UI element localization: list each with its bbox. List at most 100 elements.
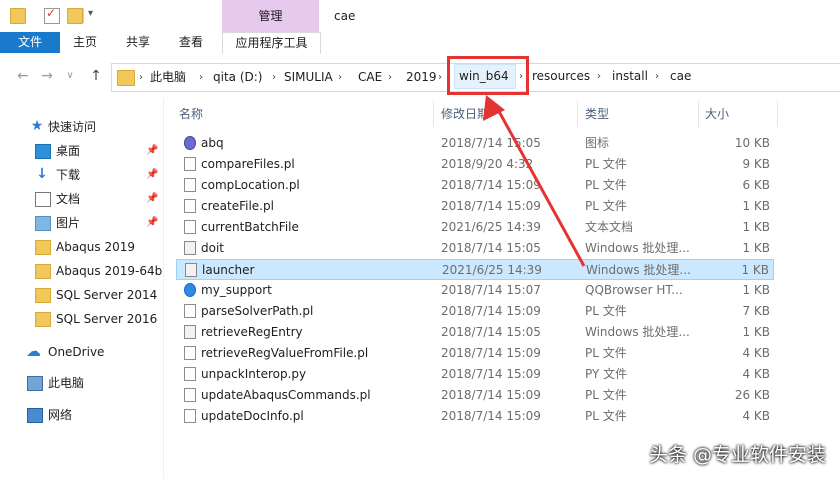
- batch-file-icon: [184, 325, 196, 339]
- tab-application-tools[interactable]: 应用程序工具: [222, 32, 321, 55]
- file-name: retrieveRegValueFromFile.pl: [201, 346, 369, 360]
- file-type: PL 文件: [585, 178, 627, 192]
- file-size: 1 KB: [742, 199, 770, 213]
- customize-qat-icon[interactable]: ▾: [88, 8, 93, 19]
- nav-label: Abaqus 2019: [56, 240, 136, 254]
- properties-icon[interactable]: [44, 6, 60, 24]
- breadcrumb-this-pc[interactable]: 此电脑: [150, 64, 186, 91]
- file-icon: [184, 346, 196, 360]
- folder-icon: [10, 8, 26, 24]
- file-row-parsesolverpath[interactable]: parseSolverPath.pl 2018/7/14 15:09 PL 文件…: [176, 301, 774, 322]
- file-row-createfile[interactable]: createFile.pl 2018/7/14 15:09 PL 文件 1 KB: [176, 196, 774, 217]
- tab-share[interactable]: 共享: [121, 32, 155, 53]
- file-row-unpackinterop[interactable]: unpackInterop.py 2018/7/14 15:09 PY 文件 4…: [176, 364, 774, 385]
- breadcrumb-2019[interactable]: 2019: [406, 64, 437, 91]
- file-icon: [184, 388, 196, 402]
- file-type: PL 文件: [585, 157, 627, 171]
- file-row-launcher[interactable]: launcher 2021/6/25 14:39 Windows 批处理... …: [176, 259, 774, 280]
- chevron-right-icon[interactable]: ›: [272, 64, 276, 91]
- column-divider[interactable]: [777, 101, 778, 127]
- batch-file-icon: [184, 241, 196, 255]
- nav-label: 下载: [56, 168, 81, 182]
- nav-this-pc[interactable]: 此电脑: [0, 372, 160, 394]
- nav-onedrive[interactable]: ☁ OneDrive: [0, 341, 160, 363]
- chevron-right-icon[interactable]: ›: [388, 64, 392, 91]
- nav-network[interactable]: 网络: [0, 404, 160, 426]
- ribbon-tabs: 文件 主页 共享 查看 应用程序工具: [0, 32, 840, 55]
- nav-desktop[interactable]: 桌面 📌: [0, 140, 160, 162]
- file-name: compLocation.pl: [201, 178, 300, 192]
- nav-quick-access[interactable]: ★ 快速访问: [0, 116, 160, 138]
- file-type: QQBrowser HT...: [585, 283, 683, 297]
- new-folder-icon[interactable]: [67, 8, 83, 24]
- breadcrumb-cae[interactable]: CAE: [358, 64, 382, 91]
- file-size: 7 KB: [742, 304, 770, 318]
- column-date-modified[interactable]: 修改日期: [441, 98, 489, 130]
- recent-locations-button[interactable]: ∨: [62, 66, 78, 86]
- manage-context-tab[interactable]: 管理: [222, 0, 319, 32]
- file-row-complocation[interactable]: compLocation.pl 2018/7/14 15:09 PL 文件 6 …: [176, 175, 774, 196]
- file-size: 4 KB: [742, 409, 770, 423]
- text-file-icon: [184, 220, 196, 234]
- file-row-updateabaquscommands[interactable]: updateAbaqusCommands.pl 2018/7/14 15:09 …: [176, 385, 774, 406]
- file-row-retrieveregentry[interactable]: retrieveRegEntry 2018/7/14 15:05 Windows…: [176, 322, 774, 343]
- column-divider[interactable]: [577, 101, 578, 127]
- breadcrumb-drive-d[interactable]: qita (D:): [213, 64, 262, 91]
- nav-documents[interactable]: 文档 📌: [0, 188, 160, 210]
- file-type: PL 文件: [585, 388, 627, 402]
- nav-folder-abaqus-2019-64b[interactable]: Abaqus 2019-64b: [0, 260, 163, 282]
- up-button[interactable]: ↑: [88, 66, 104, 86]
- tab-home[interactable]: 主页: [68, 32, 102, 53]
- forward-button[interactable]: →: [39, 66, 55, 86]
- file-type: PL 文件: [585, 346, 627, 360]
- breadcrumb-install[interactable]: install: [612, 64, 648, 89]
- file-row-my-support[interactable]: my_support 2018/7/14 15:07 QQBrowser HT.…: [176, 280, 774, 301]
- file-name: parseSolverPath.pl: [201, 304, 314, 318]
- chevron-right-icon[interactable]: ›: [655, 64, 659, 89]
- nav-downloads[interactable]: ↓ 下载 📌: [0, 164, 160, 186]
- nav-pictures[interactable]: 图片 📌: [0, 212, 160, 234]
- nav-label: Abaqus 2019-64b: [56, 264, 163, 278]
- file-size: 1 KB: [742, 325, 770, 339]
- nav-folder-sql-server-2016[interactable]: SQL Server 2016: [0, 308, 160, 330]
- tab-file[interactable]: 文件: [0, 32, 60, 53]
- file-icon: [184, 199, 196, 213]
- file-row-abq[interactable]: abq 2018/7/14 15:05 图标 10 KB: [176, 133, 774, 154]
- file-size: 1 KB: [742, 283, 770, 297]
- file-row-retrieveregvaluefromfile[interactable]: retrieveRegValueFromFile.pl 2018/7/14 15…: [176, 343, 774, 364]
- breadcrumb-simulia[interactable]: SIMULIA: [284, 64, 333, 91]
- tab-view[interactable]: 查看: [174, 32, 208, 53]
- qat-divider: [83, 8, 84, 23]
- download-icon: ↓: [36, 166, 48, 182]
- breadcrumb-resources[interactable]: resources: [532, 64, 590, 89]
- file-icon: [184, 304, 196, 318]
- column-divider[interactable]: [433, 101, 434, 127]
- nav-folder-abaqus-2019[interactable]: Abaqus 2019: [0, 236, 160, 258]
- column-divider[interactable]: [698, 101, 699, 127]
- chevron-right-icon[interactable]: ›: [338, 64, 342, 91]
- file-row-updatedocinfo[interactable]: updateDocInfo.pl 2018/7/14 15:09 PL 文件 4…: [176, 406, 774, 427]
- file-size: 10 KB: [734, 136, 770, 150]
- file-name: retrieveRegEntry: [201, 325, 303, 339]
- pane-divider[interactable]: [163, 98, 164, 479]
- nav-folder-sql-server-2014[interactable]: SQL Server 2014: [0, 284, 160, 306]
- folder-icon: [35, 288, 51, 303]
- file-row-currentbatchfile[interactable]: currentBatchFile 2021/6/25 14:39 文本文档 1 …: [176, 217, 774, 238]
- browser-html-icon: [184, 283, 196, 297]
- column-size[interactable]: 大小: [705, 98, 729, 130]
- back-button[interactable]: ←: [15, 66, 31, 86]
- breadcrumb-cae-current[interactable]: cae: [670, 64, 691, 89]
- pin-icon: 📌: [146, 145, 159, 156]
- file-name: unpackInterop.py: [201, 367, 307, 381]
- chevron-right-icon[interactable]: ›: [597, 64, 601, 89]
- column-name[interactable]: 名称: [179, 98, 203, 130]
- annotation-highlight-box: [447, 56, 529, 95]
- file-name: my_support: [201, 283, 272, 297]
- nav-label: 桌面: [56, 144, 81, 158]
- chevron-right-icon[interactable]: ›: [438, 64, 442, 91]
- pictures-icon: [35, 216, 51, 231]
- chevron-right-icon[interactable]: ›: [199, 64, 203, 91]
- file-row-doit[interactable]: doit 2018/7/14 15:05 Windows 批处理... 1 KB: [176, 238, 774, 259]
- file-row-comparefiles[interactable]: compareFiles.pl 2018/9/20 4:32 PL 文件 9 K…: [176, 154, 774, 175]
- column-type[interactable]: 类型: [585, 98, 609, 130]
